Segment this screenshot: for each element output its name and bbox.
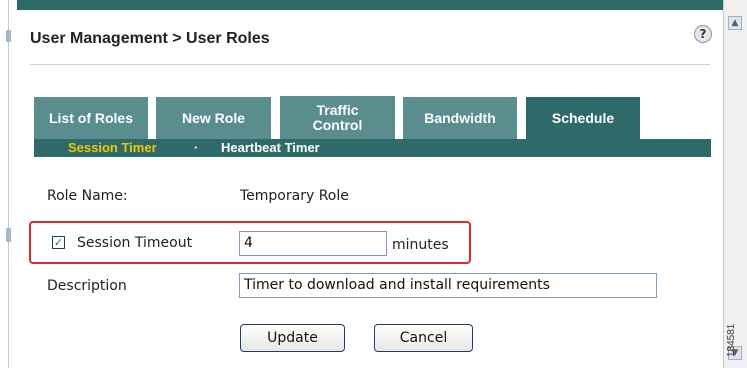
description-label: Description <box>47 278 127 294</box>
page-title: User Management > User Roles <box>30 30 270 47</box>
tab-traffic-control[interactable]: Traffic Control <box>280 96 395 139</box>
sub-navigation: Session Timer · Heartbeat Timer <box>34 139 711 157</box>
frame-notch <box>6 228 11 242</box>
figure-number: 184581 <box>726 323 737 357</box>
tab-list-of-roles[interactable]: List of Roles <box>34 97 148 139</box>
vertical-scrollbar[interactable]: ▲ ▼ <box>723 0 747 368</box>
help-icon[interactable]: ? <box>694 25 712 43</box>
description-input[interactable]: Timer to download and install requiremen… <box>239 273 657 298</box>
frame-notch <box>6 30 11 42</box>
window-frame-line <box>8 0 9 368</box>
top-banner-bar <box>17 0 723 10</box>
tab-new-role[interactable]: New Role <box>156 97 271 139</box>
subnav-session-timer[interactable]: Session Timer <box>68 139 157 157</box>
cancel-button[interactable]: Cancel <box>374 324 473 352</box>
session-timeout-label: Session Timeout <box>77 235 193 251</box>
role-name-value: Temporary Role <box>240 188 349 204</box>
minutes-label: minutes <box>392 237 449 253</box>
scroll-up-arrow-icon[interactable]: ▲ <box>728 16 742 30</box>
session-timeout-checkbox[interactable]: ✓ <box>52 236 65 249</box>
update-button[interactable]: Update <box>240 324 345 352</box>
session-timeout-input[interactable]: 4 <box>239 231 387 256</box>
title-divider <box>30 64 710 65</box>
role-name-label: Role Name: <box>47 188 128 204</box>
tab-label: Traffic Control <box>312 101 363 133</box>
tab-bandwidth[interactable]: Bandwidth <box>403 97 517 139</box>
subnav-heartbeat-timer[interactable]: Heartbeat Timer <box>221 139 320 157</box>
subnav-separator: · <box>194 140 199 155</box>
tab-schedule[interactable]: Schedule <box>526 97 640 139</box>
window-left-edge <box>0 0 17 368</box>
